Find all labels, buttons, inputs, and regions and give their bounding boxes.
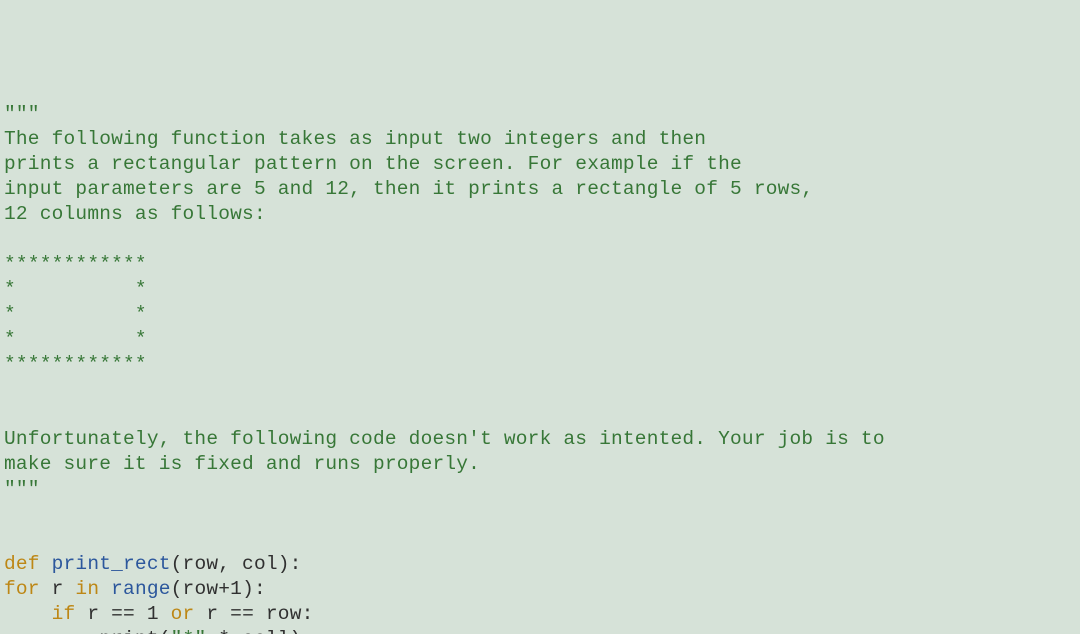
- code-token: input parameters are 5 and 12, then it p…: [4, 178, 813, 200]
- code-token: in: [75, 578, 111, 600]
- code-token: 1: [230, 578, 242, 600]
- code-token: print(: [4, 628, 171, 634]
- code-token: or: [171, 603, 207, 625]
- code-token: [159, 603, 171, 625]
- code-token: "*": [171, 628, 207, 634]
- code-token: """: [4, 478, 40, 500]
- code-token: (row, col):: [171, 553, 302, 575]
- code-token: for: [4, 578, 52, 600]
- code-token: * *: [4, 303, 147, 325]
- code-token: The following function takes as input tw…: [4, 128, 706, 150]
- code-token: ************: [4, 253, 147, 275]
- code-token: (row+: [171, 578, 231, 600]
- code-token: def: [4, 553, 52, 575]
- code-token: r: [52, 578, 76, 600]
- code-token: 1: [147, 603, 159, 625]
- python-code-editor: """ The following function takes as inpu…: [4, 102, 1076, 634]
- code-token: ):: [242, 578, 266, 600]
- code-token: Unfortunately, the following code doesn'…: [4, 428, 885, 450]
- code-token: prints a rectangular pattern on the scre…: [4, 153, 742, 175]
- code-token: * *: [4, 328, 147, 350]
- code-token: if: [52, 603, 88, 625]
- code-token: make sure it is fixed and runs properly.: [4, 453, 480, 475]
- code-token: * coll): [206, 628, 301, 634]
- code-token: range: [111, 578, 171, 600]
- code-token: r ==: [87, 603, 147, 625]
- code-token: * *: [4, 278, 147, 300]
- code-token: print_rect: [52, 553, 171, 575]
- code-token: """: [4, 103, 40, 125]
- code-token: ************: [4, 353, 147, 375]
- code-token: r == row:: [206, 603, 313, 625]
- code-token: 12 columns as follows:: [4, 203, 266, 225]
- code-token: [4, 603, 52, 625]
